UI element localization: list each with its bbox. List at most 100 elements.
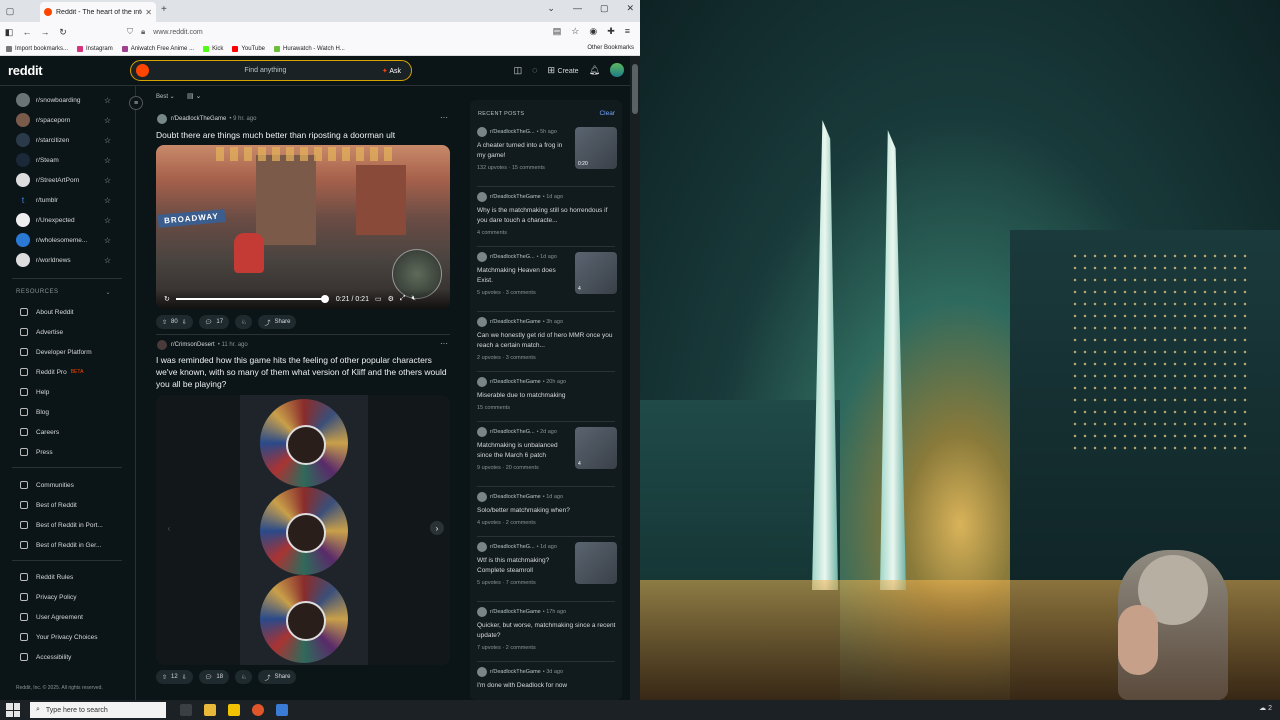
menu-icon[interactable]: ≡ xyxy=(625,26,630,37)
sidebar-item-streetartporn[interactable]: r/StreetArtPorn ☆ xyxy=(16,172,111,188)
recent-post-title[interactable]: Wtf is this matchmaking? Complete steamr… xyxy=(477,556,569,576)
recent-post-title[interactable]: Quicker, but worse, matchmaking since a … xyxy=(477,621,617,641)
replay-icon[interactable]: ↻ xyxy=(164,295,170,303)
bookmark-item[interactable]: Kick xyxy=(203,45,223,52)
forward-icon[interactable]: → xyxy=(36,27,54,37)
extension-icon[interactable]: ◉ xyxy=(589,26,597,37)
back-icon[interactable]: ← xyxy=(18,27,36,37)
bookmark-item[interactable]: Aniwatch Free Anime ... xyxy=(121,45,194,52)
sidebar-item-developer-platform[interactable]: Developer Platform xyxy=(20,345,92,359)
notification-bell-icon[interactable]: 🔔︎ xyxy=(589,65,600,76)
fullscreen-icon[interactable]: ⤢ xyxy=(400,295,406,303)
sidebar-item-privacy-choices[interactable]: Your Privacy Choices xyxy=(20,630,98,644)
chevron-down-icon[interactable]: ⌄ xyxy=(547,3,555,14)
create-button[interactable]: ⊞ Create xyxy=(548,65,579,76)
browser-tab[interactable]: Reddit - The heart of the intern ✕ xyxy=(40,2,156,22)
advertise-icon[interactable]: ◫ xyxy=(514,65,523,76)
new-tab-icon[interactable]: + xyxy=(161,4,167,15)
recent-post-title[interactable]: A cheater turned into a frog in my game! xyxy=(477,141,569,161)
star-icon[interactable]: ☆ xyxy=(104,96,111,105)
sidebar-item-privacy-policy[interactable]: Privacy Policy xyxy=(20,590,76,604)
recent-post-title[interactable]: Miserable due to matchmaking xyxy=(477,391,617,401)
award-button[interactable]: ♘ xyxy=(235,670,253,684)
app-icon[interactable] xyxy=(276,704,288,716)
post-subreddit[interactable]: r/DeadlockTheGame xyxy=(171,116,226,122)
share-button[interactable]: ⤴ Share xyxy=(258,315,297,329)
recent-post-item[interactable]: r/DeadlockTheG... • 1d ago Matchmaking Hea… xyxy=(477,252,617,296)
firefox-icon[interactable] xyxy=(252,704,264,716)
share-button[interactable]: ⤴ Share xyxy=(258,670,297,684)
sidebar-item-reddit-rules[interactable]: Reddit Rules xyxy=(20,570,73,584)
recent-post-item[interactable]: r/DeadlockTheGame • 20h ago Miserable due … xyxy=(477,377,617,411)
recent-post-thumbnail[interactable] xyxy=(575,542,617,584)
recent-post-thumbnail[interactable]: 4 xyxy=(575,252,617,294)
recent-post-item[interactable]: r/DeadlockTheGame • 3d ago I'm done with D… xyxy=(477,667,617,695)
settings-gear-icon[interactable]: ⚙ xyxy=(388,295,394,303)
bookmark-star-icon[interactable]: ☆ xyxy=(571,26,579,37)
recent-post-title[interactable]: Can we honestly get rid of hero MMR once… xyxy=(477,331,617,351)
star-icon[interactable]: ☆ xyxy=(104,176,111,185)
bookmark-item[interactable]: YouTube xyxy=(232,45,265,52)
sidebar-item-communities[interactable]: Communities xyxy=(20,478,74,492)
more-options-icon[interactable]: ··· xyxy=(440,113,448,122)
sidebar-item-best-of-reddit-portuguese[interactable]: Best of Reddit in Port... xyxy=(20,518,103,532)
volume-mute-icon[interactable]: 🔇︎ xyxy=(411,295,415,303)
post-title[interactable]: Doubt there are things much better than … xyxy=(156,129,452,141)
recent-post-item[interactable]: r/DeadlockTheGame • 1d ago Solo/better mat… xyxy=(477,492,617,526)
maximize-icon[interactable]: ▢ xyxy=(600,3,609,14)
clear-button[interactable]: Clear xyxy=(599,110,615,117)
task-view-icon[interactable] xyxy=(180,704,192,716)
bookmark-item[interactable]: Hurawatch - Watch H... xyxy=(274,45,345,52)
sidebar-item-blog[interactable]: Blog xyxy=(20,405,49,419)
post-video[interactable]: BROADWAY ↻ 0:21 / 0:21 ▭ ⚙ ⤢ 🔇︎ xyxy=(156,145,450,309)
recent-post-thumbnail[interactable]: 4 xyxy=(575,427,617,469)
other-bookmarks[interactable]: Other Bookmarks xyxy=(587,45,634,51)
sidebar-item-tumblr[interactable]: t r/tumblr ☆ xyxy=(16,192,111,208)
bookmark-item[interactable]: Instagram xyxy=(77,45,113,52)
recent-post-item[interactable]: r/DeadlockTheGame • 17h ago Quicker, but w… xyxy=(477,607,617,651)
recent-post-title[interactable]: I'm done with Deadlock for now xyxy=(477,681,617,691)
recent-post-item[interactable]: r/DeadlockTheGame • 1d ago Why is the matc… xyxy=(477,192,617,236)
vote-buttons[interactable]: ⇧ 80 ⇩ xyxy=(156,315,193,329)
recent-post-item[interactable]: r/DeadlockTheGame • 3h ago Can we honestly… xyxy=(477,317,617,361)
resources-heading[interactable]: RESOURCES ⌄ xyxy=(16,289,111,296)
bookmark-item[interactable]: Import bookmarks... xyxy=(6,45,68,52)
more-options-icon[interactable]: ··· xyxy=(440,339,448,348)
star-icon[interactable]: ☆ xyxy=(104,156,111,165)
sidebar-item-about-reddit[interactable]: About Reddit xyxy=(20,305,74,319)
windows-start-icon[interactable] xyxy=(6,703,20,717)
sidebar-item-starcitizen[interactable]: r/starcitizen ☆ xyxy=(16,132,111,148)
sidebar-item-reddit-pro[interactable]: Reddit Pro BETA xyxy=(20,365,83,379)
post-title[interactable]: I was reminded how this game hits the fe… xyxy=(156,354,452,390)
ask-button[interactable]: Ask xyxy=(382,67,401,75)
award-button[interactable]: ♘ xyxy=(235,315,253,329)
sidebar-item-accessibility[interactable]: Accessibility xyxy=(20,650,71,664)
sticky-app-icon[interactable] xyxy=(228,704,240,716)
comments-button[interactable]: 💬︎ 17 xyxy=(198,315,230,329)
sidebar-item-snowboarding[interactable]: r/snowboarding ☆ xyxy=(16,92,111,108)
sidebar-item-help[interactable]: Help xyxy=(20,385,49,399)
sidebar-item-press[interactable]: Press xyxy=(20,445,53,459)
recent-post-title[interactable]: Matchmaking is unbalanced since the Marc… xyxy=(477,441,569,461)
captions-icon[interactable]: ▭ xyxy=(375,295,382,303)
recent-post-thumbnail[interactable]: 0:20 xyxy=(575,127,617,169)
star-icon[interactable]: ☆ xyxy=(104,196,111,205)
gallery-next-icon[interactable]: › xyxy=(430,521,444,535)
scrollbar-thumb[interactable] xyxy=(632,64,638,114)
star-icon[interactable]: ☆ xyxy=(104,136,111,145)
chat-icon[interactable]: ◌ xyxy=(532,65,537,75)
video-progress-bar[interactable] xyxy=(175,295,329,303)
star-icon[interactable]: ☆ xyxy=(104,216,111,225)
sidebar-item-wholesomememes[interactable]: r/wholesomeme... ☆ xyxy=(16,232,111,248)
reload-icon[interactable]: ↻ xyxy=(54,27,72,38)
sidebar-item-advertise[interactable]: Advertise xyxy=(20,325,63,339)
recent-post-title[interactable]: Solo/better matchmaking when? xyxy=(477,506,617,516)
system-tray[interactable]: ☁ 2 xyxy=(1259,704,1272,712)
star-icon[interactable]: ☆ xyxy=(104,256,111,265)
search-input[interactable]: Find anything Ask xyxy=(130,60,412,81)
recent-post-item[interactable]: r/DeadlockTheG... • 2d ago Matchmaking is … xyxy=(477,427,617,471)
puzzle-icon[interactable]: ✚ xyxy=(607,26,615,37)
sidebar-item-worldnews[interactable]: r/worldnews ☆ xyxy=(16,252,111,268)
vote-buttons[interactable]: ⇧ 12 ⇩ xyxy=(156,670,193,684)
recent-post-item[interactable]: r/DeadlockTheG... • 5h ago A cheater turne… xyxy=(477,127,617,171)
